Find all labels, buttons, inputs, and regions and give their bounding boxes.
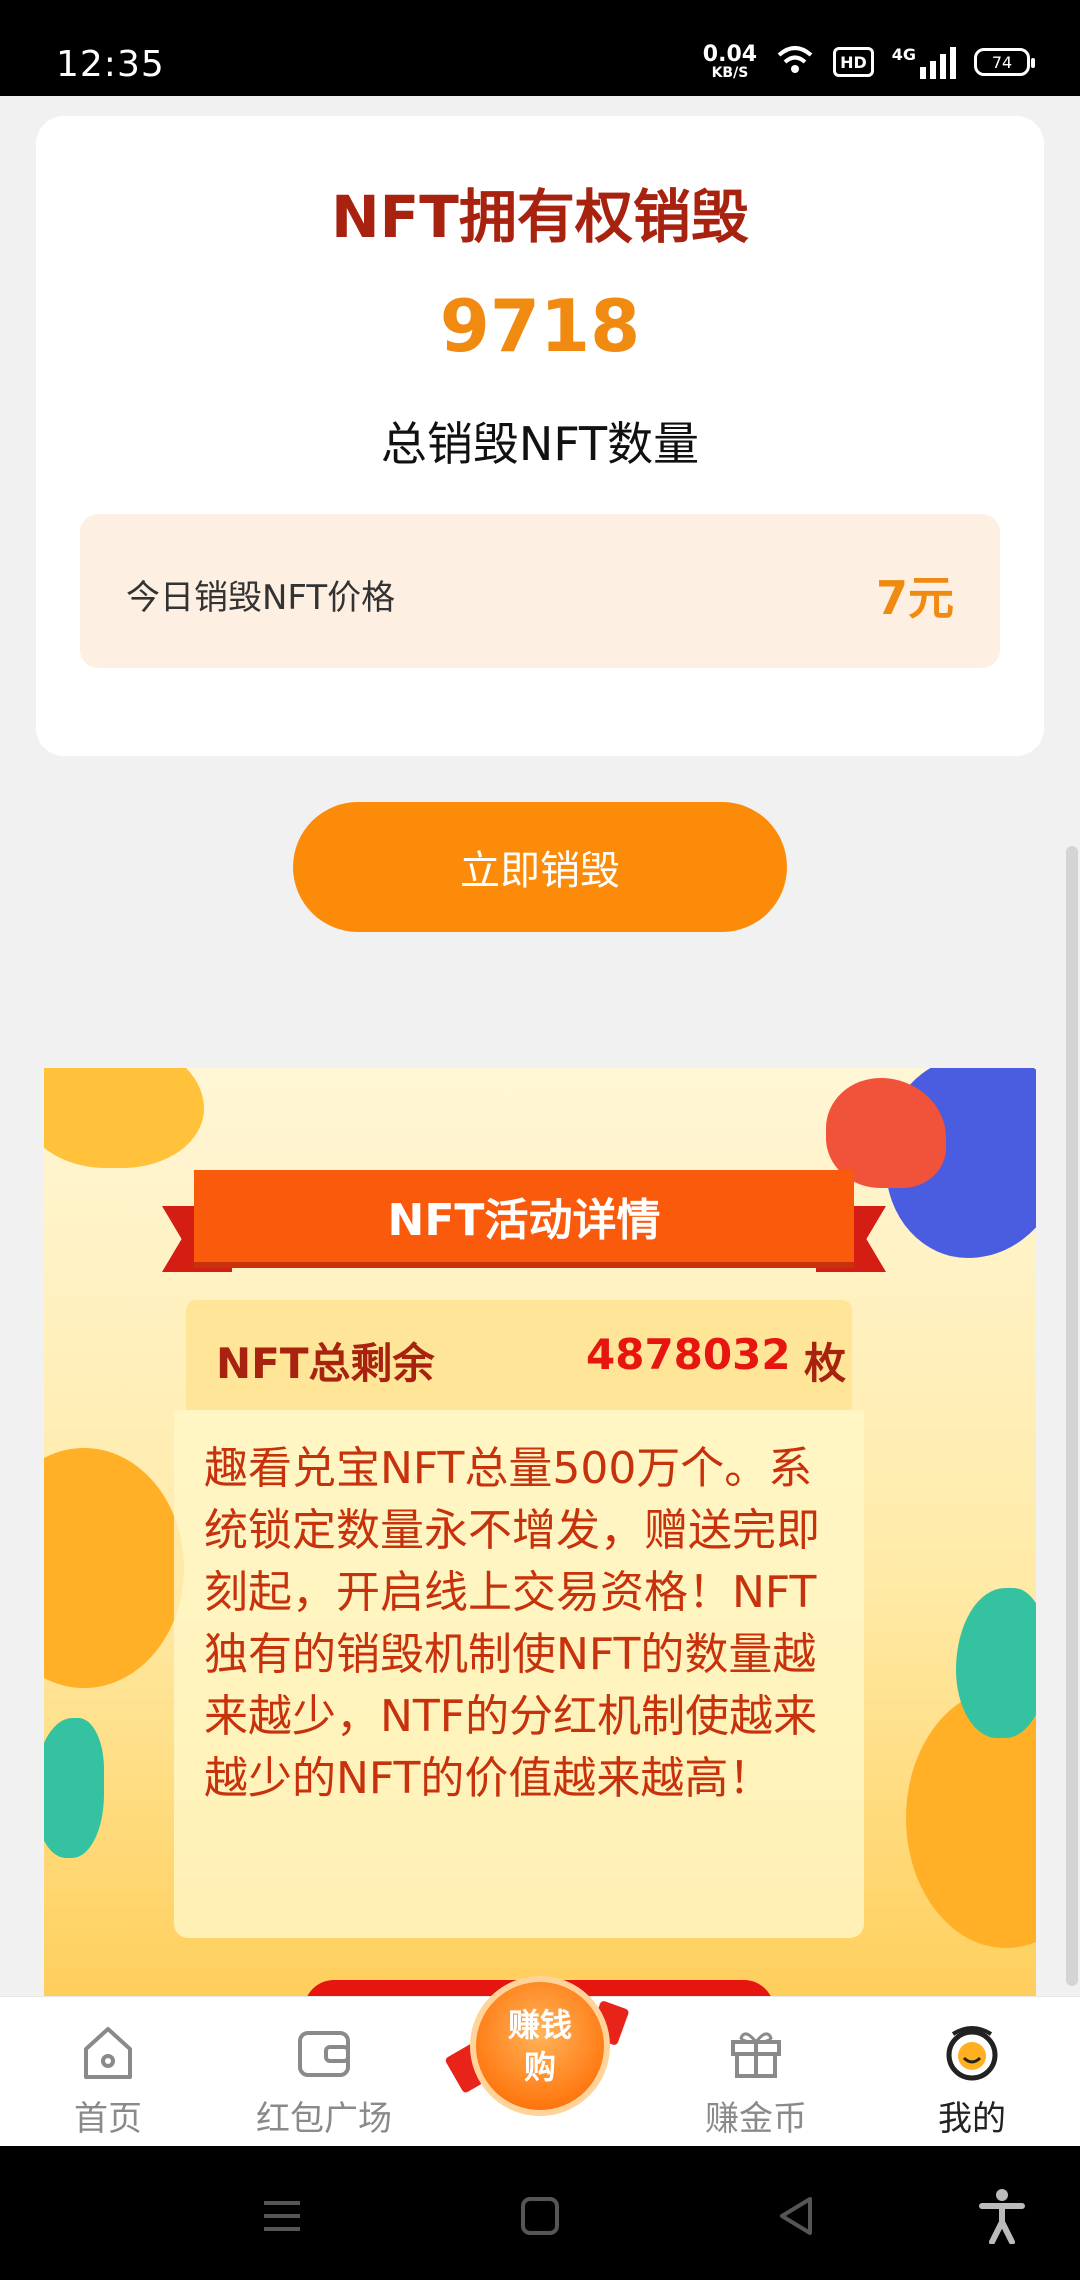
- decor-leaf-green-left: [44, 1718, 104, 1858]
- activity-title: NFT活动详情: [194, 1170, 854, 1262]
- today-price-box: 今日销毁NFT价格 7元: [80, 514, 1000, 668]
- net-speed: 0.04 KB/S: [702, 42, 758, 81]
- total-destroyed-label: 总销毁NFT数量: [380, 417, 700, 471]
- back-icon[interactable]: [766, 2186, 826, 2246]
- nav-label-profile: 我的: [938, 2099, 1006, 2139]
- nav-label-coins: 赚金币: [705, 2099, 807, 2139]
- nav-item-home[interactable]: 首页: [8, 1997, 208, 2147]
- activity-poster: NFT活动详情 NFT总剩余 4878032 枚 趣看兑宝NFT总量500万个。…: [44, 1068, 1036, 2008]
- home-icon: [78, 2023, 138, 2083]
- description-box: 趣看兑宝NFT总量500万个。系统锁定数量永不增发，赠送完即刻起，开启线上交易资…: [174, 1410, 864, 1938]
- wifi-icon: [775, 45, 815, 79]
- destroy-now-button[interactable]: 立即销毁: [293, 802, 787, 932]
- decor-leaf-top-left: [44, 1068, 204, 1168]
- status-time: 12:35: [56, 44, 165, 85]
- nft-destroy-card: NFT拥有权销毁 9718 总销毁NFT数量 今日销毁NFT价格 7元: [36, 116, 1044, 756]
- system-nav-bar: [0, 2146, 1080, 2280]
- remaining-label: NFT总剩余: [216, 1339, 435, 1388]
- network-type: 4G: [891, 45, 916, 64]
- decor-leaf-green: [956, 1588, 1036, 1738]
- nav-label-home: 首页: [74, 2099, 142, 2139]
- hd-icon: HD: [833, 47, 874, 77]
- signal-icon: 4G: [892, 45, 956, 79]
- nav-item-coins[interactable]: 赚金币: [656, 1997, 856, 2147]
- net-speed-value: 0.04: [702, 42, 758, 67]
- decor-coin-left: [44, 1448, 184, 1688]
- scrollbar[interactable]: [1066, 846, 1078, 1986]
- gift-icon: [726, 2023, 786, 2083]
- today-price-value: 7元: [875, 571, 954, 625]
- nav-item-profile[interactable]: 我的: [872, 1997, 1072, 2147]
- remaining-value: 4878032: [586, 1330, 791, 1379]
- battery-level: 74: [991, 52, 1013, 72]
- menu-icon[interactable]: [252, 2186, 312, 2246]
- status-indicators: 0.04 KB/S HD 4G 74: [702, 42, 1035, 81]
- total-destroyed-count: 9718: [439, 284, 641, 368]
- accessibility-icon[interactable]: [972, 2186, 1032, 2246]
- wallet-icon: [294, 2023, 354, 2083]
- card-title: NFT拥有权销毁: [331, 183, 749, 251]
- remaining-box: NFT总剩余 4878032 枚: [186, 1300, 852, 1410]
- today-price-label: 今日销毁NFT价格: [126, 578, 396, 618]
- activity-description: 趣看兑宝NFT总量500万个。系统锁定数量永不增发，赠送完即刻起，开启线上交易资…: [204, 1443, 820, 1804]
- home-square-icon[interactable]: [510, 2186, 570, 2246]
- earn-button-line1: 赚钱: [507, 2006, 572, 2044]
- profile-icon: [942, 2023, 1002, 2083]
- status-bar: 12:35 0.04 KB/S HD 4G 74: [0, 0, 1080, 96]
- earn-money-buy-button[interactable]: 赚钱 购: [470, 1976, 610, 2116]
- battery-icon: 74: [974, 48, 1035, 76]
- remaining-unit: 枚: [804, 1339, 847, 1388]
- nav-label-redpacket: 红包广场: [256, 2099, 392, 2139]
- earn-button-line2: 购: [523, 2048, 556, 2086]
- net-speed-unit: KB/S: [711, 65, 749, 81]
- nav-item-redpacket[interactable]: 红包广场: [224, 1997, 424, 2147]
